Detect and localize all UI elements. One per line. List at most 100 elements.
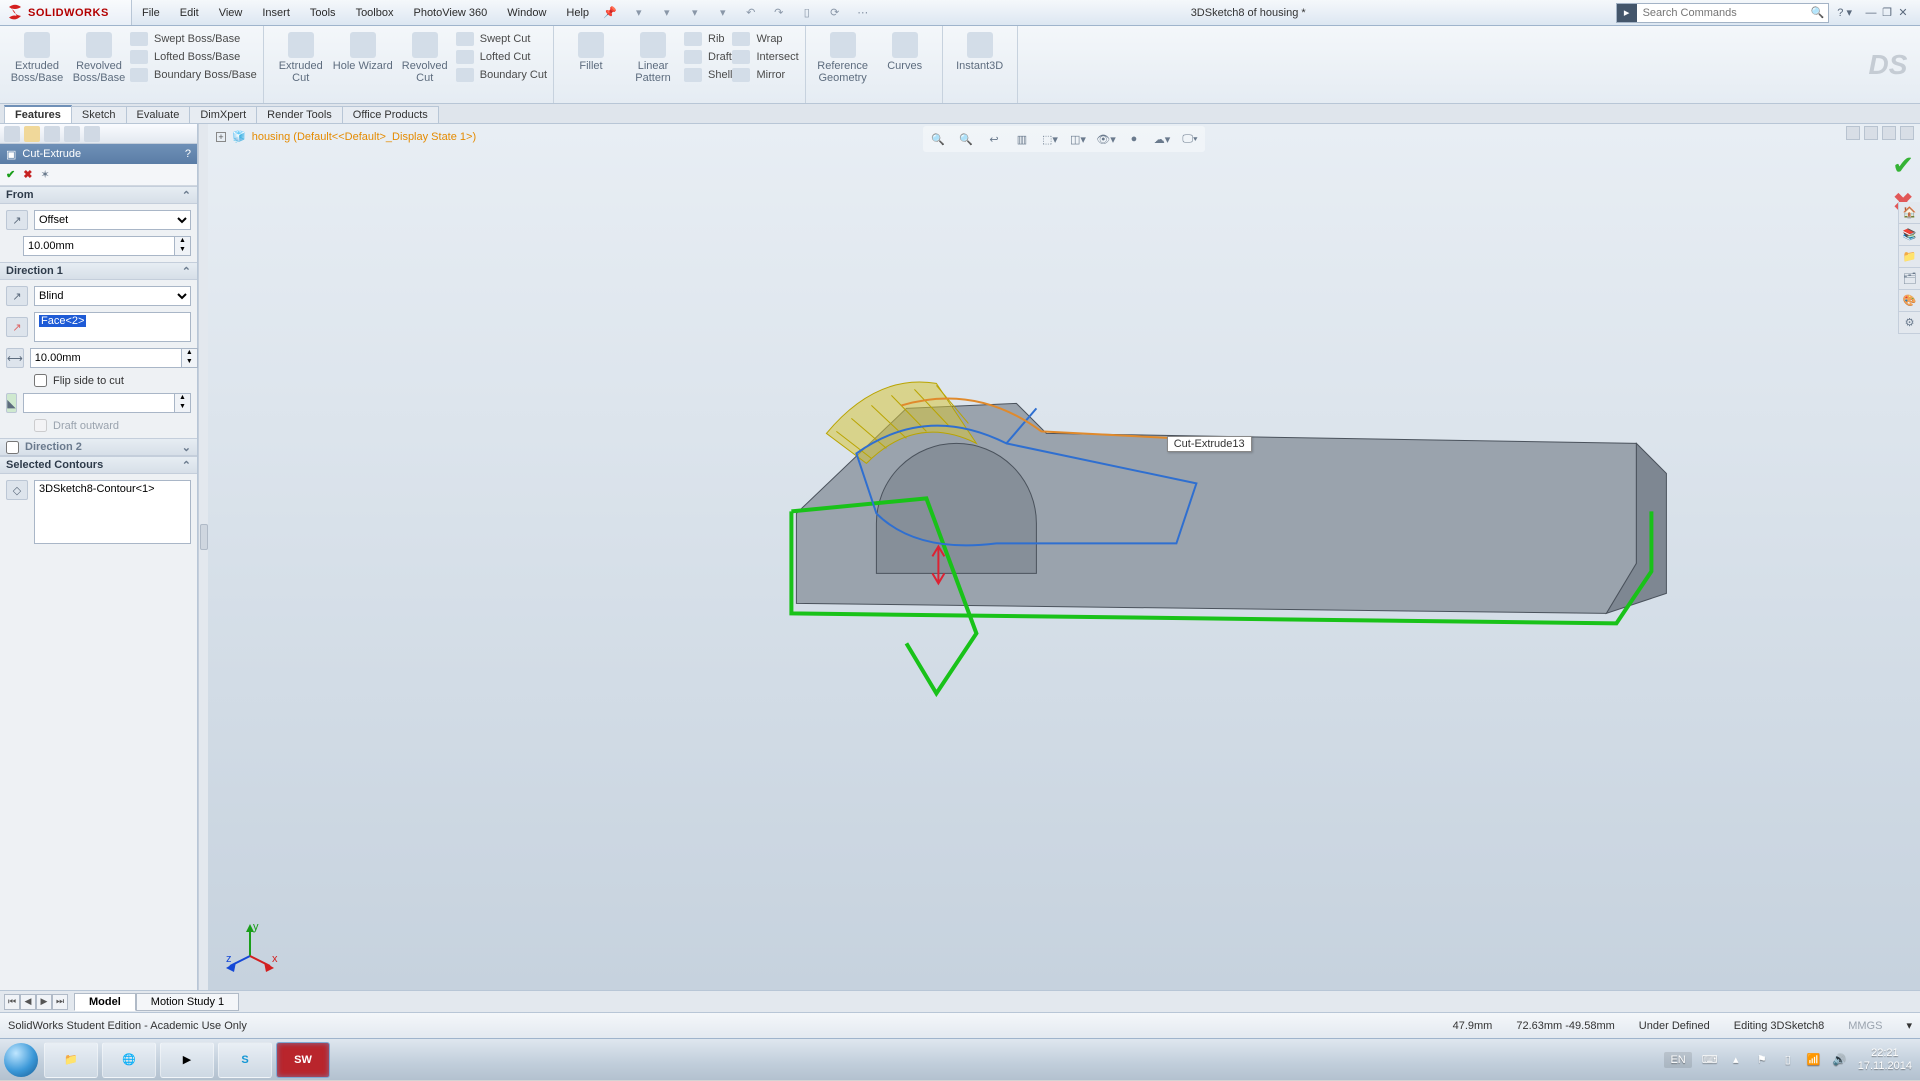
from-direction-icon[interactable]: ↗: [6, 210, 28, 230]
qat-redo-icon[interactable]: ↷: [771, 5, 787, 21]
help-dropdown-icon[interactable]: ? ▾: [1833, 6, 1856, 19]
tree-tab-dimxpert-icon[interactable]: [64, 126, 80, 142]
wrap-button[interactable]: Wrap: [732, 32, 798, 46]
menu-tools[interactable]: Tools: [300, 0, 346, 25]
shell-button[interactable]: Shell: [684, 68, 732, 82]
doc-restore-icon[interactable]: [1882, 126, 1896, 140]
menu-pin-icon[interactable]: 📌: [599, 0, 621, 25]
taskpane-appearance-icon[interactable]: 🎨: [1899, 290, 1920, 312]
reference-geometry-button[interactable]: Reference Geometry: [812, 28, 874, 84]
tab-nav-last-icon[interactable]: ⏭: [52, 994, 68, 1010]
edit-appearance-icon[interactable]: ●: [1123, 128, 1145, 150]
tray-network-icon[interactable]: 📶: [1806, 1052, 1822, 1068]
draft-angle-input[interactable]: [23, 393, 175, 413]
search-commands[interactable]: ▸ 🔍: [1616, 3, 1830, 23]
feature-breadcrumb[interactable]: + 🧊 housing (Default<<Default>_Display S…: [216, 130, 476, 143]
status-extra-icon[interactable]: ▾: [1906, 1019, 1912, 1032]
dir1-reference-list[interactable]: Face<2>: [34, 312, 191, 342]
from-type-select[interactable]: Offset: [34, 210, 191, 230]
fillet-button[interactable]: Fillet: [560, 28, 622, 72]
apply-scene-icon[interactable]: ☁▾: [1151, 128, 1173, 150]
tab-sketch[interactable]: Sketch: [71, 106, 127, 123]
menu-file[interactable]: File: [132, 0, 170, 25]
intersect-button[interactable]: Intersect: [732, 50, 798, 64]
pm-detail-button[interactable]: ✶: [40, 168, 49, 181]
start-button[interactable]: [0, 1039, 42, 1081]
qat-select-icon[interactable]: ▯: [799, 5, 815, 21]
taskpane-palette-icon[interactable]: 🗂: [1899, 268, 1920, 290]
zoom-fit-icon[interactable]: 🔍: [927, 128, 949, 150]
extruded-cut-button[interactable]: Extruded Cut: [270, 28, 332, 84]
hide-show-icon[interactable]: 👁▾: [1095, 128, 1117, 150]
tree-tab-display-icon[interactable]: [84, 126, 100, 142]
selected-contours-list[interactable]: 3DSketch8-Contour<1>: [34, 480, 191, 544]
status-units[interactable]: MMGS: [1848, 1020, 1882, 1032]
tray-up-icon[interactable]: ▴: [1728, 1052, 1744, 1068]
qat-print-icon[interactable]: ▾: [715, 5, 731, 21]
tab-features[interactable]: Features: [4, 105, 72, 123]
lofted-cut-button[interactable]: Lofted Cut: [456, 50, 547, 64]
contour-item[interactable]: 3DSketch8-Contour<1>: [39, 483, 186, 495]
tab-nav-prev-icon[interactable]: ◀: [20, 994, 36, 1010]
graphics-area[interactable]: + 🧊 housing (Default<<Default>_Display S…: [208, 124, 1920, 990]
tree-expand-icon[interactable]: +: [216, 132, 226, 142]
tab-nav-first-icon[interactable]: ⏮: [4, 994, 20, 1010]
taskpane-explorer-icon[interactable]: 📁: [1899, 246, 1920, 268]
task-skype[interactable]: S: [218, 1042, 272, 1078]
menu-toolbox[interactable]: Toolbox: [346, 0, 404, 25]
qat-new-icon[interactable]: ▾: [631, 5, 647, 21]
tab-render-tools[interactable]: Render Tools: [256, 106, 343, 123]
from-offset-input[interactable]: [23, 236, 175, 256]
flip-side-checkbox[interactable]: Flip side to cut: [34, 374, 191, 387]
breadcrumb-text[interactable]: housing (Default<<Default>_Display State…: [252, 131, 476, 143]
pm-section-contours[interactable]: Selected Contours⌃: [0, 456, 197, 474]
dir1-reverse-icon[interactable]: ↗: [6, 286, 28, 306]
search-icon[interactable]: 🔍: [1807, 6, 1829, 19]
doc-close-icon[interactable]: [1900, 126, 1914, 140]
tree-tab-config-icon[interactable]: [44, 126, 60, 142]
view-settings-icon[interactable]: 🖵▾: [1179, 128, 1201, 150]
previous-view-icon[interactable]: ↩: [983, 128, 1005, 150]
tree-tab-property-icon[interactable]: [24, 126, 40, 142]
spinner-up-icon[interactable]: ▲: [175, 237, 190, 246]
menu-window[interactable]: Window: [497, 0, 556, 25]
tab-office-products[interactable]: Office Products: [342, 106, 439, 123]
view-orientation-icon[interactable]: ⬚▾: [1039, 128, 1061, 150]
boundary-boss-button[interactable]: Boundary Boss/Base: [130, 68, 257, 82]
hole-wizard-button[interactable]: Hole Wizard: [332, 28, 394, 72]
draft-button[interactable]: Draft: [684, 50, 732, 64]
dir1-vector-icon[interactable]: ↗: [6, 317, 28, 337]
linear-pattern-button[interactable]: Linear Pattern: [622, 28, 684, 84]
instant3d-button[interactable]: Instant3D: [949, 28, 1011, 72]
pm-section-from[interactable]: From⌃: [0, 186, 197, 204]
dir1-depth-input[interactable]: [30, 348, 182, 368]
orientation-triad[interactable]: y z x: [226, 922, 286, 972]
qat-open-icon[interactable]: ▾: [659, 5, 675, 21]
tab-nav-next-icon[interactable]: ▶: [36, 994, 52, 1010]
taskpane-custom-icon[interactable]: ⚙: [1899, 312, 1920, 334]
dir2-enable-checkbox[interactable]: [6, 441, 19, 454]
search-scope-icon[interactable]: ▸: [1617, 4, 1637, 22]
qat-save-icon[interactable]: ▾: [687, 5, 703, 21]
dir1-type-select[interactable]: Blind: [34, 286, 191, 306]
window-restore-icon[interactable]: ❐: [1880, 6, 1894, 20]
tray-volume-icon[interactable]: 🔊: [1832, 1052, 1848, 1068]
pm-section-direction1[interactable]: Direction 1⌃: [0, 262, 197, 280]
window-close-icon[interactable]: ✕: [1896, 6, 1910, 20]
tree-tab-feature-icon[interactable]: [4, 126, 20, 142]
task-explorer[interactable]: 📁: [44, 1042, 98, 1078]
tab-model[interactable]: Model: [74, 993, 136, 1011]
doc-max-icon[interactable]: [1864, 126, 1878, 140]
taskpane-library-icon[interactable]: 📚: [1899, 224, 1920, 246]
pm-section-direction2[interactable]: Direction 2⌄: [0, 438, 197, 456]
doc-min-icon[interactable]: [1846, 126, 1860, 140]
draft-angle-icon[interactable]: ◣: [6, 393, 17, 413]
section-view-icon[interactable]: ▥: [1011, 128, 1033, 150]
window-minimize-icon[interactable]: —: [1864, 6, 1878, 20]
spinner-down-icon[interactable]: ▼: [175, 246, 190, 255]
revolved-cut-button[interactable]: Revolved Cut: [394, 28, 456, 84]
curves-button[interactable]: Curves: [874, 28, 936, 72]
spinner-down-icon[interactable]: ▼: [182, 358, 197, 367]
qat-options-icon[interactable]: ⋯: [855, 5, 871, 21]
task-solidworks[interactable]: SW: [276, 1042, 330, 1078]
